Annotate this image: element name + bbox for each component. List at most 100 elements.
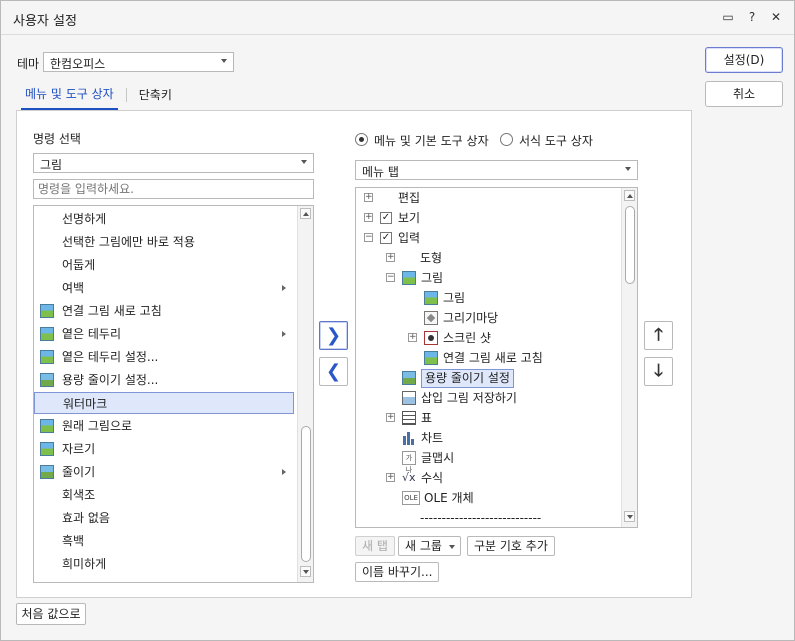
new-tab-button[interactable]: 새 탭: [355, 536, 395, 556]
tree-item-label: 그리기마당: [443, 311, 499, 325]
command-list-item[interactable]: 회색조: [34, 484, 294, 506]
command-list-item[interactable]: 옅은 테두리: [34, 323, 294, 345]
command-list-item[interactable]: 선명하게: [34, 208, 294, 230]
check-icon[interactable]: ✓: [380, 212, 392, 224]
tree-item-label: ----------------------------: [420, 511, 542, 525]
command-item-label: 원래 그림으로: [62, 419, 133, 433]
settings-button[interactable]: 설정(D): [705, 47, 783, 73]
check-icon[interactable]: ✓: [380, 232, 392, 244]
tab-menu-toolbox[interactable]: 메뉴 및 도구 상자: [21, 83, 118, 110]
move-up-button[interactable]: 🡑: [644, 321, 673, 350]
picture-reduce-icon: [40, 465, 54, 479]
tree-item[interactable]: OLE OLE 개체: [356, 488, 620, 508]
chevron-right-icon: [282, 285, 286, 291]
tree-item[interactable]: 그림: [356, 288, 620, 308]
expand-icon[interactable]: +: [386, 413, 395, 422]
command-list-item[interactable]: 여백: [34, 277, 294, 299]
command-list[interactable]: 희미하게 흑백 효과 없음 회색조 줄이기 자르기 원래 그림으로 워터마크 용량 줄이기 설정…: [33, 205, 314, 583]
tree-item[interactable]: 그리기마당: [356, 308, 620, 328]
tree-item[interactable]: 차트: [356, 428, 620, 448]
command-item-label: 자르기: [62, 442, 96, 456]
expand-icon[interactable]: +: [364, 213, 373, 222]
move-down-button[interactable]: 🡓: [644, 357, 673, 386]
theme-select[interactable]: 한컴오피스: [43, 52, 234, 72]
tree-item[interactable]: + 표: [356, 408, 620, 428]
command-list-item[interactable]: 어둡게: [34, 254, 294, 276]
picture-refresh-icon: [424, 351, 438, 365]
close-icon[interactable]: ✕: [770, 10, 782, 24]
question-icon[interactable]: ?: [746, 10, 758, 24]
reset-button[interactable]: 처음 값으로: [16, 603, 86, 625]
command-list-item[interactable]: 옅은 테두리 설정...: [34, 346, 294, 368]
remove-from-tree-button[interactable]: ❮: [319, 357, 348, 386]
mode-radio-format[interactable]: [500, 133, 513, 146]
expand-icon[interactable]: +: [386, 473, 395, 482]
command-item-label: 선택한 그림에만 바로 적용: [62, 235, 195, 249]
picture-border-settings-icon: [40, 350, 54, 364]
expand-icon[interactable]: +: [408, 333, 417, 342]
drawing-gallery-icon: [424, 311, 438, 325]
command-list-item[interactable]: 흑백: [34, 530, 294, 552]
command-item-label: 줄이기: [62, 465, 96, 479]
tree-item[interactable]: + 스크린 샷: [356, 328, 620, 348]
theme-value: 한컴오피스: [50, 57, 106, 71]
command-title: 명령 선택: [33, 132, 81, 146]
command-list-item[interactable]: 선택한 그림에만 바로 적용: [34, 231, 294, 253]
scroll-up-icon[interactable]: [624, 190, 635, 201]
chevron-down-icon: [448, 545, 455, 549]
add-separator-button[interactable]: 구분 기호 추가: [467, 536, 555, 556]
settings-dialog: 사용자 설정 ▭ ? ✕ 테마 한컴오피스 설정(D) 취소 메뉴 및 도구 상…: [0, 0, 795, 641]
scroll-down-icon[interactable]: [624, 511, 635, 522]
command-item-label: 용량 줄이기 설정...: [62, 373, 159, 387]
tree-item[interactable]: 용량 줄이기 설정: [356, 368, 620, 388]
tree-item[interactable]: + 도형: [356, 248, 620, 268]
collapse-icon[interactable]: −: [386, 273, 395, 282]
tree-item[interactable]: 삽입 그림 저장하기: [356, 388, 620, 408]
mode-radio-menu[interactable]: [355, 133, 368, 146]
add-to-tree-button[interactable]: ❯: [319, 321, 348, 350]
command-list-item[interactable]: 워터마크: [34, 392, 294, 414]
menu-tree-scrollbar[interactable]: [621, 188, 637, 527]
tab-shortcuts[interactable]: 단축키: [135, 84, 176, 109]
tab-bar: 메뉴 및 도구 상자 단축키: [21, 83, 176, 110]
theme-label: 테마: [17, 57, 40, 71]
command-list-item[interactable]: 연결 그림 새로 고침: [34, 300, 294, 322]
tree-item[interactable]: ----------------------------: [356, 508, 620, 527]
scroll-thumb[interactable]: [625, 206, 635, 284]
command-category-select[interactable]: 그림: [33, 153, 314, 173]
tree-item[interactable]: + 편집: [356, 188, 620, 208]
chart-icon: [402, 431, 416, 445]
tree-item-label: 수식: [421, 471, 444, 485]
command-search-input[interactable]: [33, 179, 314, 199]
command-list-item[interactable]: 희미하게: [34, 553, 294, 575]
tree-item[interactable]: + √x 수식: [356, 468, 620, 488]
command-list-scrollbar[interactable]: [297, 206, 313, 582]
scroll-up-icon[interactable]: [300, 208, 311, 219]
tree-item[interactable]: − ✓ 입력: [356, 228, 620, 248]
menu-tree[interactable]: ---------------------------- OLE OLE 개체 + √x…: [355, 187, 638, 528]
expand-icon[interactable]: +: [364, 193, 373, 202]
command-list-item[interactable]: 자르기: [34, 438, 294, 460]
text-art-icon: 가나: [402, 451, 416, 474]
scroll-down-icon[interactable]: [300, 566, 311, 577]
rename-button[interactable]: 이름 바꾸기...: [355, 562, 440, 582]
tree-item[interactable]: − 그림: [356, 268, 620, 288]
collapse-icon[interactable]: −: [364, 233, 373, 242]
tree-item[interactable]: 연결 그림 새로 고침: [356, 348, 620, 368]
mode-option-format-label: 서식 도구 상자: [519, 134, 593, 148]
scroll-thumb[interactable]: [301, 426, 311, 562]
command-list-item[interactable]: 원래 그림으로: [34, 415, 294, 437]
menu-tab-select[interactable]: 메뉴 탭: [355, 160, 638, 180]
command-list-item[interactable]: 효과 없음: [34, 507, 294, 529]
picture-restore-icon: [40, 419, 54, 433]
help-comment-icon[interactable]: ▭: [722, 10, 734, 24]
command-item-label: 옅은 테두리 설정...: [62, 350, 159, 364]
expand-icon[interactable]: +: [386, 253, 395, 262]
cancel-button[interactable]: 취소: [705, 81, 783, 107]
tree-item[interactable]: + ✓ 보기: [356, 208, 620, 228]
command-list-item[interactable]: 줄이기: [34, 461, 294, 483]
command-list-item[interactable]: 용량 줄이기 설정...: [34, 369, 294, 391]
new-group-button[interactable]: 새 그룹: [398, 536, 461, 556]
tree-item[interactable]: 가나 글맵시: [356, 448, 620, 474]
arrow-up-icon: 🡑: [654, 325, 663, 345]
